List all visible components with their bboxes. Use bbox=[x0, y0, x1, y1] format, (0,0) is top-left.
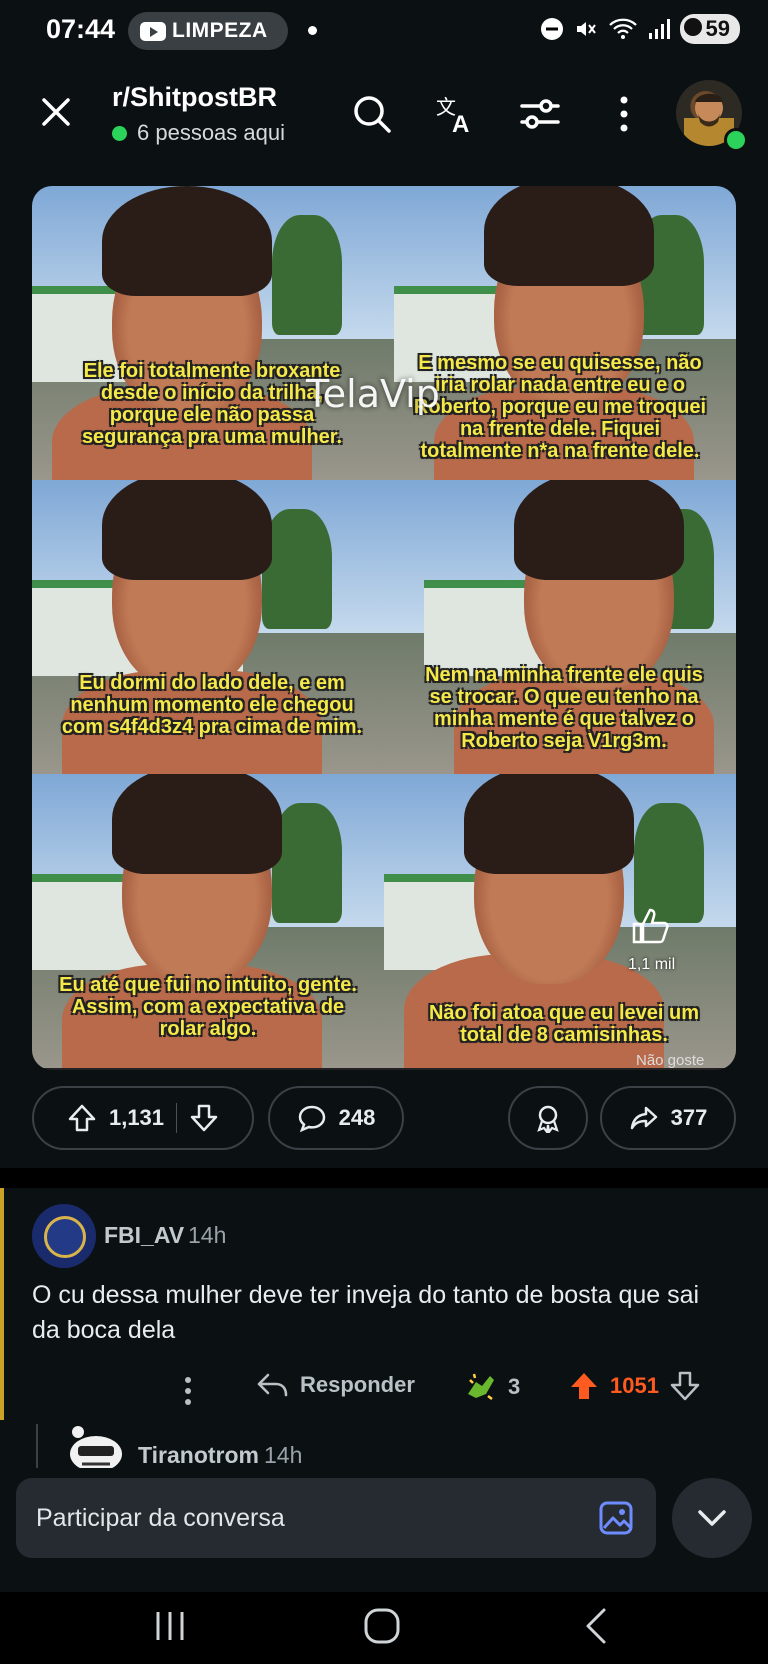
image-panel-3: Eu dormi do lado dele, e em nenhum moment… bbox=[32, 480, 384, 774]
panel-person-hair bbox=[102, 480, 272, 580]
downvote-icon[interactable] bbox=[669, 1370, 701, 1402]
reply-label: Responder bbox=[300, 1372, 415, 1397]
panel-palm bbox=[272, 215, 342, 336]
vote-control: 1,131 bbox=[32, 1086, 254, 1150]
system-nav-bar bbox=[0, 1592, 768, 1664]
share-icon bbox=[630, 1106, 657, 1130]
comment-time: 14h bbox=[188, 1222, 227, 1248]
panel-person-hair bbox=[102, 186, 272, 296]
vote-separator bbox=[176, 1103, 178, 1133]
comment-more-icon[interactable] bbox=[184, 1376, 192, 1406]
comment-username[interactable]: FBI_AV bbox=[104, 1222, 184, 1249]
image-panel-1: Ele foi totalmente broxante desde o iníci… bbox=[32, 186, 384, 480]
search-icon[interactable] bbox=[350, 92, 394, 136]
comment-score: 1051 bbox=[610, 1373, 659, 1398]
watermark: TelaVip bbox=[306, 372, 440, 416]
caption-6: Não foi atoa que eu levei um total de 8 c… bbox=[428, 1002, 700, 1046]
panel-palm bbox=[272, 803, 342, 924]
upvote-count: 1,131 bbox=[108, 1105, 165, 1130]
media-pill[interactable]: LIMPEZA bbox=[128, 12, 288, 50]
filter-icon[interactable] bbox=[518, 92, 562, 136]
mute-icon bbox=[576, 22, 596, 36]
youtube-icon bbox=[140, 21, 166, 41]
comment-vote: 1051 bbox=[568, 1370, 701, 1402]
award-button[interactable] bbox=[508, 1086, 588, 1150]
image-panel-5: Eu até que fui no intuito, gente. Assim, … bbox=[32, 774, 384, 1068]
comment-count: 248 bbox=[338, 1105, 376, 1130]
thumbs-up-icon bbox=[632, 908, 669, 944]
reply-avatar[interactable] bbox=[68, 1424, 124, 1472]
comment-input-placeholder: Participar da conversa bbox=[36, 1503, 285, 1532]
translate-icon[interactable]: 文A bbox=[434, 92, 478, 136]
overlay-dislike-label: Não goste bbox=[636, 1052, 705, 1069]
subreddit-name[interactable]: r/ShitpostBR bbox=[112, 82, 277, 113]
image-panel-6: Não foi atoa que eu levei um total de 8 c… bbox=[384, 774, 736, 1068]
overlay-like-count: 1,1 mil bbox=[628, 956, 676, 973]
caption-4: Nem na minha frente ele quis se trocar. O… bbox=[425, 664, 703, 752]
minus-circle-icon bbox=[540, 18, 563, 40]
comment-text: O cu dessa mulher deve ter inveja do tan… bbox=[32, 1281, 700, 1344]
award-icon bbox=[537, 1105, 559, 1133]
panel-person-hair bbox=[464, 774, 634, 874]
home-icon[interactable] bbox=[360, 1604, 404, 1648]
caption-5: Eu até que fui no intuito, gente. Assim, … bbox=[59, 974, 357, 1040]
media-pill-label: LIMPEZA bbox=[172, 19, 268, 42]
panel-palm bbox=[262, 509, 332, 630]
share-count: 377 bbox=[670, 1105, 708, 1130]
panel-person-hair bbox=[484, 186, 654, 286]
reply-icon bbox=[257, 1373, 288, 1397]
image-upload-icon[interactable] bbox=[598, 1500, 634, 1536]
online-count: 6 pessoas aqui bbox=[112, 120, 285, 146]
comment-award[interactable]: 3 bbox=[464, 1370, 520, 1404]
recent-apps-icon[interactable] bbox=[148, 1604, 192, 1648]
reply-button[interactable]: Responder bbox=[256, 1370, 415, 1400]
more-icon[interactable] bbox=[602, 92, 646, 136]
share-button[interactable]: 377 bbox=[600, 1086, 736, 1150]
close-icon[interactable] bbox=[38, 94, 74, 130]
status-bar: 07:44 LIMPEZA 59 bbox=[0, 0, 768, 64]
status-time: 07:44 bbox=[46, 14, 116, 44]
award-count: 3 bbox=[508, 1374, 521, 1399]
caption-3: Eu dormi do lado dele, e em nenhum moment… bbox=[61, 672, 363, 738]
upvote-icon[interactable] bbox=[67, 1103, 97, 1133]
thread-line bbox=[36, 1424, 38, 1474]
upvote-active-icon[interactable] bbox=[568, 1370, 600, 1402]
panel-person-hair bbox=[112, 774, 282, 874]
signal-icon bbox=[648, 19, 670, 39]
next-comment-button[interactable] bbox=[672, 1478, 752, 1558]
comment-highlight-bar bbox=[0, 1188, 4, 1420]
chevron-down-icon bbox=[698, 1510, 726, 1526]
status-icons: 59 bbox=[540, 14, 740, 44]
svg-text:A: A bbox=[452, 111, 469, 136]
comment-avatar[interactable] bbox=[32, 1204, 96, 1268]
comment-icon bbox=[298, 1105, 325, 1133]
wifi-icon bbox=[608, 18, 637, 39]
notification-dot bbox=[308, 26, 317, 35]
online-text: 6 pessoas aqui bbox=[137, 120, 285, 145]
section-divider bbox=[0, 1168, 768, 1188]
downvote-icon[interactable] bbox=[189, 1103, 219, 1133]
back-icon[interactable] bbox=[576, 1604, 620, 1648]
reply-time: 14h bbox=[264, 1442, 303, 1468]
reply-username[interactable]: Tiranotrom bbox=[138, 1442, 259, 1469]
award-hands-icon bbox=[468, 1373, 494, 1400]
online-dot bbox=[112, 125, 127, 141]
image-panel-4: Nem na minha frente ele quis se trocar. O… bbox=[384, 480, 736, 774]
caption-2: E mesmo se eu quisesse, não iria rolar na… bbox=[413, 352, 707, 462]
avatar-online-dot bbox=[724, 128, 748, 152]
comments-button[interactable]: 248 bbox=[268, 1086, 404, 1150]
image-panel-2: E mesmo se eu quisesse, não iria rolar na… bbox=[384, 186, 736, 480]
panel-person-hair bbox=[514, 480, 684, 580]
comment-input[interactable]: Participar da conversa bbox=[16, 1478, 656, 1558]
battery-icon: 59 bbox=[679, 14, 740, 44]
